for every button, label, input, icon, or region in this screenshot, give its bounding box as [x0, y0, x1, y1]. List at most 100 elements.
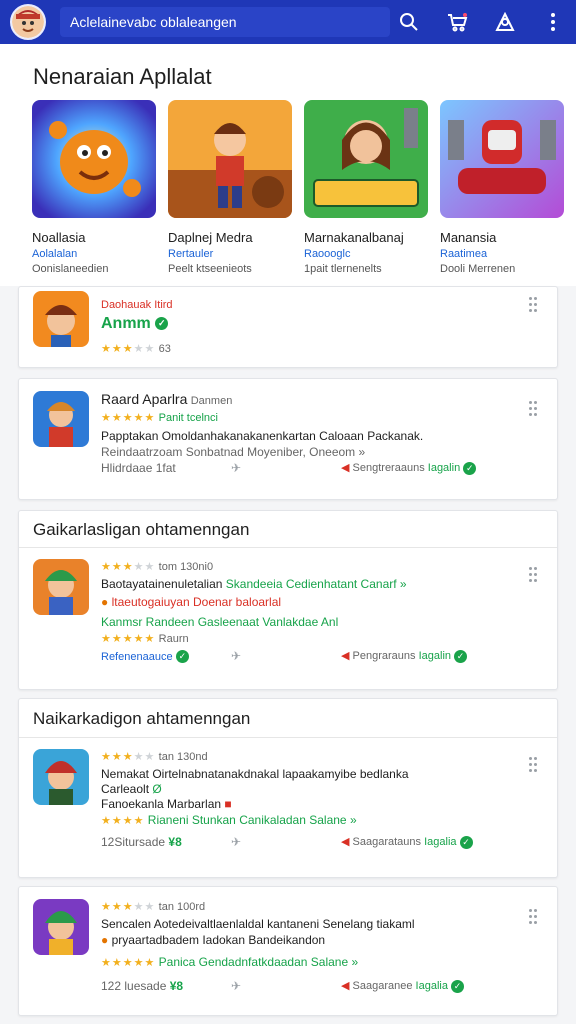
app-link[interactable]: Skandeeia Cedienhatant Canarf »: [226, 577, 407, 591]
tag-icon: ■: [224, 797, 232, 811]
pin-icon[interactable]: ✈: [231, 979, 241, 993]
location-icon: ◀: [341, 836, 350, 848]
more-icon[interactable]: [540, 9, 566, 35]
rating-stars: ★★★★★: [101, 412, 156, 424]
drag-handle-icon[interactable]: [529, 401, 539, 417]
app-link[interactable]: Panica Gendadnfatkdaadan Salane »: [159, 955, 359, 969]
app-developer: Fanoekanla Marbarlan: [101, 797, 222, 811]
app-icon: [33, 291, 89, 347]
search-icon[interactable]: [396, 9, 422, 35]
app-title: Raard Aparlra: [101, 391, 188, 407]
status-label: Sengtreraauns: [352, 462, 425, 474]
release-date: 12Sitursade: [101, 835, 166, 849]
avatar[interactable]: [10, 4, 46, 40]
app-section-card: Gaikarlasligan ohtamenngan ★★★★★ tom 130…: [18, 510, 558, 690]
app-icon: [33, 899, 89, 955]
app-tag: Danmen: [190, 395, 233, 407]
pin-icon[interactable]: ✈: [231, 649, 241, 663]
pin-icon[interactable]: ✈: [231, 461, 241, 475]
featured-app-tile[interactable]: Manansia Raatimea Dooli Merrenen: [440, 100, 564, 275]
app-artwork: [440, 100, 564, 218]
status-value[interactable]: Iagalia: [416, 980, 448, 992]
divider: [19, 547, 557, 548]
status-value[interactable]: Iagalin: [419, 650, 451, 662]
rating-note: Panit tcelnci: [158, 412, 218, 424]
check-icon: ✓: [454, 649, 468, 663]
drag-handle-icon[interactable]: [529, 567, 539, 583]
app-icon: [33, 391, 89, 447]
status-label: Pengrarauns: [352, 650, 416, 662]
section-title: Naikarkadigon ahtamenngan: [33, 709, 251, 728]
app-meta: tan 130nd: [158, 751, 208, 763]
app-list-card[interactable]: Daohauak Itird Anmm ✓ ★★★★★ 63: [18, 286, 558, 368]
app-meta: Dooli Merrenen: [440, 263, 516, 275]
rating-stars: ★★★★★: [101, 901, 156, 913]
featured-title: Nenaraian Apllalat: [33, 64, 212, 89]
rating-stars: ★★★★: [101, 815, 145, 827]
app-icon: [33, 749, 89, 805]
location-icon: ◀: [341, 650, 350, 662]
app-title: Nemakat Oirtelnabnatanakdnakal lapaakamy…: [101, 767, 409, 781]
app-list-card[interactable]: ★★★★★ tan 100rd Sencalen Aotedeivaltlaen…: [18, 886, 558, 1016]
coin-icon: ●: [101, 595, 109, 609]
app-description: Papptakan Omoldanhakanakanenkartan Caloa…: [101, 429, 424, 443]
developer-link[interactable]: Rertauler: [168, 248, 292, 260]
card-publisher: Daohauak Itird: [101, 299, 173, 311]
app-badge: Ø: [152, 782, 162, 796]
featured-app-tile[interactable]: Daplnej Medra Rertauler Peelt ktseenieot…: [168, 100, 292, 275]
release-date: Hlidrdaae 1fat: [101, 461, 176, 475]
app-subtext: Reindaatrzoam Sonbatnad Moyeniber, Oneeo…: [101, 445, 366, 459]
check-icon: ✓: [175, 650, 189, 664]
account-icon[interactable]: [492, 9, 518, 35]
cart-icon[interactable]: [444, 9, 470, 35]
app-name: Daplnej Medra: [168, 230, 253, 245]
pin-icon[interactable]: ✈: [231, 835, 241, 849]
rating-stars: ★★★★★: [101, 633, 156, 645]
drag-handle-icon[interactable]: [529, 757, 539, 773]
app-reference[interactable]: Refenenaauce: [101, 651, 173, 663]
check-icon: ✓: [459, 835, 473, 849]
status-label: Saagaratauns: [352, 836, 422, 848]
app-name: Noallasia: [32, 230, 86, 245]
app-list-card[interactable]: Raard Aparlra Danmen ★★★★★ Panit tcelnci…: [18, 378, 558, 500]
search-text: Aclelainevabc oblaleangen: [70, 14, 237, 30]
app-name: Marnakanalbanaj: [304, 230, 404, 245]
featured-app-tile[interactable]: Noallasia Aolalalan Oonislaneedien: [32, 100, 156, 275]
app-icon: [33, 559, 89, 615]
developer-link[interactable]: Raatimea: [440, 248, 564, 260]
app-title: Sencalen Aotedeivaltlaenlaldal kantaneni…: [101, 917, 415, 931]
app-subtitle: pryaartadbadem Iadokan Bandeikandon: [111, 933, 326, 947]
app-title: Baotayatainenuletalian: [101, 577, 223, 591]
app-meta: Oonislaneedien: [32, 263, 109, 275]
game-character-icon: [12, 6, 44, 38]
app-meta: tom 130ni0: [158, 561, 214, 573]
release-date: 122 luesade: [101, 979, 167, 993]
rating-stars: ★★★★★: [101, 751, 156, 763]
rating-stars: ★★★★★: [101, 561, 156, 573]
rating-count: 63: [158, 343, 171, 355]
app-title: Anmm: [101, 315, 151, 332]
app-subtitle: ltaeutogaiuyan Doenar baloarlal: [111, 595, 282, 609]
drag-handle-icon[interactable]: [529, 297, 539, 313]
search-bar[interactable]: Aclelainevabc oblaleangen: [60, 7, 390, 37]
developer-link[interactable]: Aolalalan: [32, 248, 156, 260]
status-value[interactable]: Iagalin: [428, 462, 460, 474]
app-subtitle: Carleaolt: [101, 782, 150, 796]
status-label: Saagaranee: [352, 980, 413, 992]
top-app-bar: Aclelainevabc oblaleangen: [0, 0, 576, 44]
verified-icon: ✓: [155, 317, 169, 331]
developer-link[interactable]: Raoooglc: [304, 248, 428, 260]
featured-app-tile[interactable]: Marnakanalbanaj Raoooglc 1pait tlernenel…: [304, 100, 428, 275]
location-icon: ◀: [341, 462, 350, 474]
featured-section: Nenaraian Apllalat Noallasia Aolalalan O…: [0, 44, 576, 286]
location-icon: ◀: [341, 980, 350, 992]
rating-note: Raurn: [158, 633, 189, 645]
check-icon: ✓: [451, 979, 465, 993]
rating-stars: ★★★★★: [101, 957, 156, 969]
app-link[interactable]: Rianeni Stunkan Canikaladan Salane »: [148, 813, 357, 827]
drag-handle-icon[interactable]: [529, 909, 539, 925]
app-meta: Peelt ktseenieots: [168, 263, 252, 275]
check-icon: ✓: [463, 461, 477, 475]
coin-icon: ●: [101, 933, 109, 947]
status-value[interactable]: Iagalia: [424, 836, 456, 848]
